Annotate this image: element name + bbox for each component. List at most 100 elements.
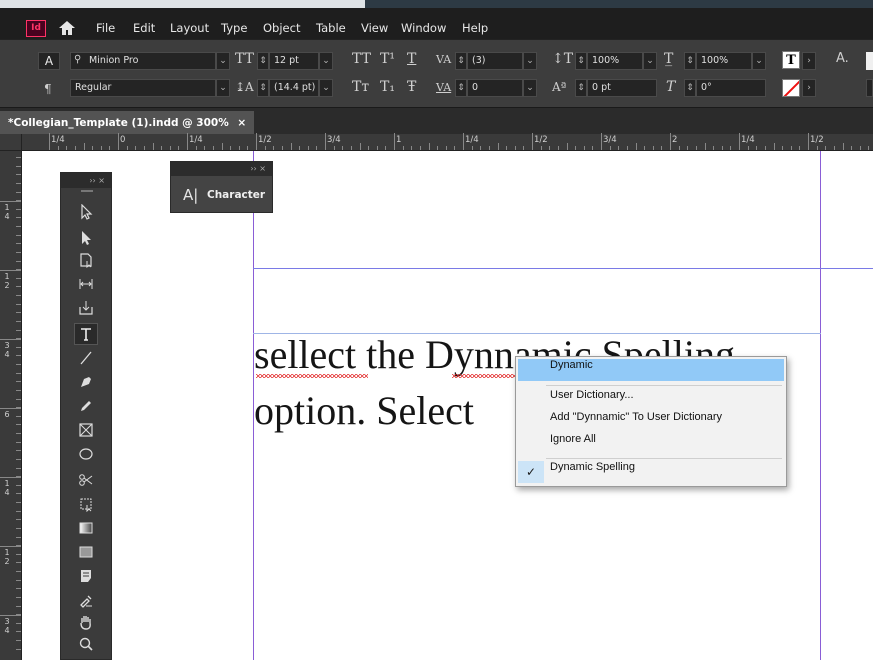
menu-table[interactable]: Table bbox=[315, 17, 347, 39]
font-family-field[interactable]: Minion Pro bbox=[70, 52, 216, 70]
menu-layout[interactable]: Layout bbox=[169, 17, 210, 39]
ruler-origin[interactable] bbox=[0, 134, 22, 151]
font-size-field[interactable]: 12 pt bbox=[269, 52, 319, 70]
horizontal-scale-field[interactable]: 100% bbox=[696, 52, 752, 70]
gradient-feather-tool-icon[interactable] bbox=[74, 541, 98, 563]
pen-tool-icon[interactable] bbox=[74, 371, 98, 393]
menu-view[interactable]: View bbox=[360, 17, 389, 39]
gap-tool-icon[interactable] bbox=[74, 273, 98, 295]
underline-button[interactable]: T bbox=[407, 50, 416, 68]
page-tool-icon[interactable] bbox=[74, 249, 98, 271]
kerning-stepper[interactable]: ⇕ bbox=[455, 52, 467, 70]
line-tool-icon[interactable] bbox=[74, 347, 98, 369]
baseline-shift-stepper[interactable]: ⇕ bbox=[575, 79, 587, 97]
tools-panel-header[interactable]: ›› × bbox=[61, 173, 111, 188]
ruler-tick bbox=[16, 545, 21, 546]
ruler-tick bbox=[514, 146, 516, 150]
ruler-label: 1/2 bbox=[534, 135, 548, 145]
ruler-label: 1 4 bbox=[4, 479, 10, 497]
user-dictionary-item[interactable]: User Dictionary... bbox=[518, 389, 784, 411]
font-style-field[interactable]: Regular bbox=[70, 79, 216, 97]
free-transform-tool-icon[interactable] bbox=[74, 493, 98, 515]
leading-field[interactable]: (14.4 pt) bbox=[269, 79, 319, 97]
direct-selection-tool-icon[interactable] bbox=[74, 227, 98, 249]
eyedropper-tool-icon[interactable] bbox=[74, 589, 98, 611]
ruler-tick bbox=[16, 278, 21, 279]
menu-help[interactable]: Help bbox=[461, 17, 489, 39]
content-collector-tool-icon[interactable] bbox=[74, 297, 98, 319]
pencil-tool-icon[interactable] bbox=[74, 395, 98, 417]
font-size-stepper[interactable]: ⇕ bbox=[257, 52, 269, 70]
horizontal-scale-dropdown[interactable]: ⌄ bbox=[752, 52, 766, 70]
vertical-scale-stepper[interactable]: ⇕ bbox=[575, 52, 587, 70]
ruler-tick bbox=[161, 146, 163, 150]
vertical-scale-dropdown[interactable]: ⌄ bbox=[643, 52, 657, 70]
stroke-swatch-dropdown[interactable]: › bbox=[802, 79, 816, 97]
gradient-swatch-tool-icon[interactable] bbox=[74, 517, 98, 539]
ruler-tick bbox=[238, 146, 240, 150]
type-tool-icon[interactable] bbox=[74, 323, 98, 345]
fill-swatch-dropdown[interactable]: › bbox=[802, 52, 816, 70]
ruler-tick bbox=[16, 235, 21, 236]
ruler-tick bbox=[445, 146, 447, 150]
leading-stepper[interactable]: ⇕ bbox=[257, 79, 269, 97]
panel-grip[interactable] bbox=[81, 190, 93, 192]
stroke-swatch-button[interactable] bbox=[782, 79, 800, 97]
font-family-dropdown[interactable]: ⌄ bbox=[216, 52, 230, 70]
menu-file[interactable]: File bbox=[95, 17, 116, 39]
tracking-field[interactable]: 0 bbox=[467, 79, 523, 97]
ignore-all-item[interactable]: Ignore All bbox=[518, 433, 784, 455]
misspelled-word-sellect[interactable]: sellect bbox=[254, 332, 356, 377]
superscript-button[interactable]: T¹ bbox=[380, 50, 395, 68]
horizontal-ruler[interactable]: 1/4 0 1/4 1/2 3/4 1 1/4 1/2 3/4 2 1/4 1/2 bbox=[22, 133, 873, 151]
baseline-shift-field[interactable]: 0 pt bbox=[587, 79, 657, 97]
page-top-margin-guide bbox=[253, 268, 873, 269]
ruler-tick bbox=[247, 146, 249, 150]
ruler-tick-major bbox=[0, 339, 21, 340]
hand-tool-icon[interactable] bbox=[74, 611, 98, 633]
suggestion-dynamic-item[interactable]: Dynamic bbox=[518, 359, 784, 381]
font-size-dropdown[interactable]: ⌄ bbox=[319, 52, 333, 70]
vertical-ruler[interactable]: 1 4 1 2 3 4 6 1 4 1 2 3 4 bbox=[0, 151, 22, 660]
skew-stepper[interactable]: ⇕ bbox=[684, 79, 696, 97]
skew-field[interactable]: 0° bbox=[696, 79, 766, 97]
fill-swatch-button[interactable]: T bbox=[782, 51, 800, 69]
font-style-dropdown[interactable]: ⌄ bbox=[216, 79, 230, 97]
menu-object[interactable]: Object bbox=[262, 17, 301, 39]
scissors-tool-icon[interactable] bbox=[74, 469, 98, 491]
kerning-field[interactable]: (3) bbox=[467, 52, 523, 70]
horizontal-scale-stepper[interactable]: ⇕ bbox=[684, 52, 696, 70]
text-line-2[interactable]: option. Select bbox=[254, 391, 474, 431]
kerning-dropdown[interactable]: ⌄ bbox=[523, 52, 537, 70]
tracking-stepper[interactable]: ⇕ bbox=[455, 79, 467, 97]
menu-edit[interactable]: Edit bbox=[132, 17, 156, 39]
home-icon[interactable] bbox=[57, 19, 77, 37]
ellipse-tool-icon[interactable] bbox=[74, 443, 98, 465]
dynamic-spelling-item[interactable]: ✓ Dynamic Spelling bbox=[518, 461, 784, 483]
paragraph-style-field[interactable] bbox=[866, 79, 873, 97]
note-tool-icon[interactable] bbox=[74, 565, 98, 587]
strikethrough-button[interactable]: Ŧ bbox=[407, 78, 416, 96]
character-panel-label: Character bbox=[207, 189, 266, 201]
menu-type[interactable]: Type bbox=[220, 17, 248, 39]
add-to-dictionary-item[interactable]: Add "Dynnamic" To User Dictionary bbox=[518, 411, 784, 433]
rectangle-frame-tool-icon[interactable] bbox=[74, 419, 98, 441]
all-caps-button[interactable]: TT bbox=[352, 50, 371, 68]
close-tab-icon[interactable]: × bbox=[237, 117, 246, 129]
small-caps-button[interactable]: Tт bbox=[352, 78, 369, 96]
character-panel-header[interactable]: ›› × bbox=[171, 162, 272, 176]
vertical-scale-field[interactable]: 100% bbox=[587, 52, 643, 70]
ruler-tick bbox=[549, 146, 551, 150]
character-style-field[interactable] bbox=[866, 52, 873, 70]
ruler-tick bbox=[695, 146, 697, 150]
character-formatting-mode-button[interactable]: A bbox=[38, 52, 60, 70]
selection-tool-icon[interactable] bbox=[74, 201, 98, 223]
document-tab[interactable]: *Collegian_Template (1).indd @ 300% × bbox=[0, 111, 255, 135]
leading-dropdown[interactable]: ⌄ bbox=[319, 79, 333, 97]
subscript-button[interactable]: T₁ bbox=[380, 78, 395, 96]
zoom-tool-icon[interactable] bbox=[74, 633, 98, 655]
tracking-dropdown[interactable]: ⌄ bbox=[523, 79, 537, 97]
character-panel-tab[interactable]: A| Character bbox=[171, 176, 272, 212]
paragraph-formatting-mode-button[interactable]: ¶ bbox=[44, 80, 52, 98]
menu-window[interactable]: Window bbox=[400, 17, 447, 39]
